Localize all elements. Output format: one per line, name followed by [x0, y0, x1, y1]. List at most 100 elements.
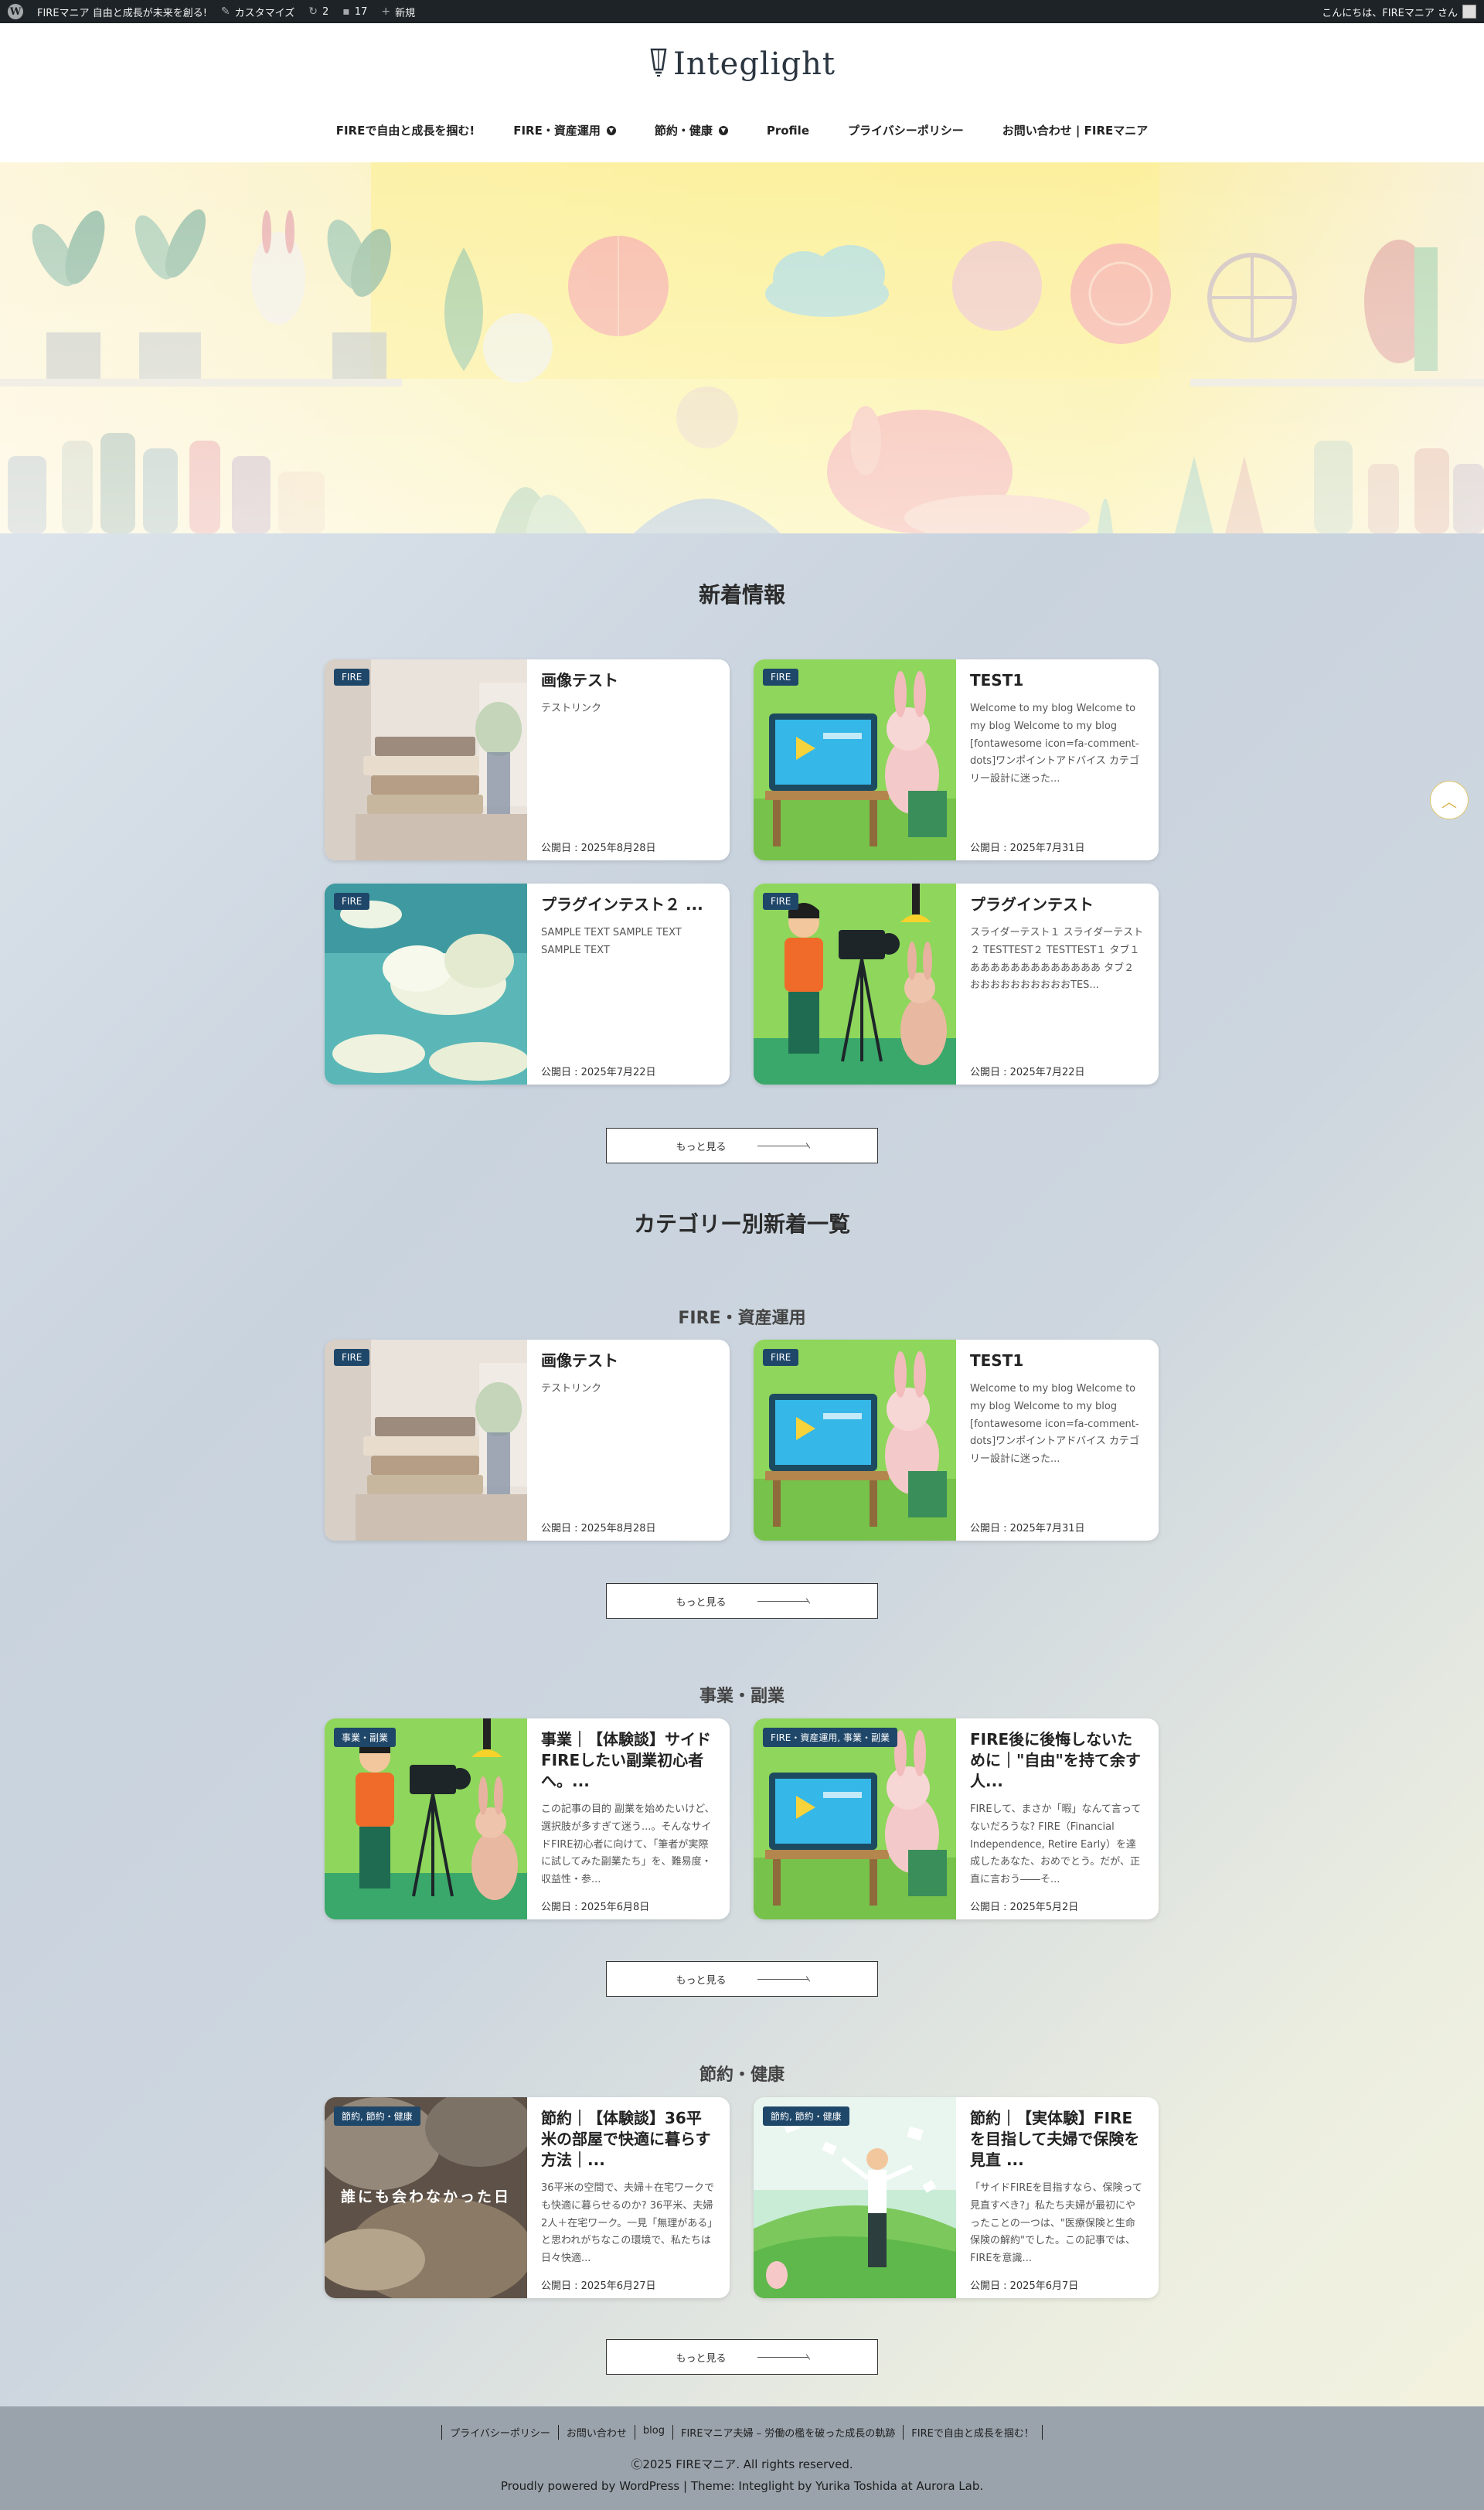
- post-thumbnail[interactable]: [754, 1718, 956, 1919]
- chevron-down-icon[interactable]: ▼: [606, 125, 616, 135]
- post-excerpt: 36平米の空間で、夫婦＋在宅ワークでも快適に暮らせるのか? 36平米、夫婦2人＋…: [541, 2182, 715, 2264]
- admin-site-name[interactable]: FIREマニア 自由と成長が未来を創る!: [37, 5, 207, 19]
- footer-nav: プライバシーポリシー お問い合わせ blog FIREマニア夫婦 – 労働の檻を…: [0, 2425, 1484, 2440]
- category-badge[interactable]: 節約, 節約・健康: [334, 2106, 420, 2126]
- post-title[interactable]: 節約｜【体験談】36平米の部屋で快適に暮らす方法｜...: [541, 2108, 716, 2171]
- arrow-up-icon: ︿: [1441, 792, 1457, 811]
- post-date: 公開日 : 2025年7月22日: [970, 1067, 1085, 1078]
- plus-icon: +: [381, 5, 391, 18]
- admin-account[interactable]: こんにちは、FIREマニア さん: [1322, 5, 1476, 19]
- post-thumbnail[interactable]: [754, 659, 956, 860]
- post-card[interactable]: 節約, 節約・健康 節約｜【実体験】FIREを目指して夫婦で保険を見直 ... …: [754, 2097, 1159, 2298]
- post-excerpt: 「サイドFIREを目指すなら、保険って見直すべき?」私たち夫婦が最初にやったこと…: [970, 2182, 1142, 2264]
- post-title[interactable]: 画像テスト: [541, 1350, 716, 1371]
- post-title[interactable]: プラグインテスト２ ...: [541, 894, 716, 915]
- category-badge[interactable]: FIRE: [763, 669, 799, 686]
- more-label: もっと見る: [676, 1974, 727, 1987]
- post-title[interactable]: プラグインテスト: [970, 894, 1145, 915]
- post-card[interactable]: FIRE 画像テスト テストリンク 公開日 : 2025年8月28日: [325, 659, 730, 860]
- more-label: もっと見る: [676, 2352, 727, 2365]
- wp-logo-menu[interactable]: W: [8, 4, 23, 19]
- nav-item-profile[interactable]: Profile: [767, 122, 809, 138]
- svg-text:誰にも会わなかった日: 誰にも会わなかった日: [341, 2188, 511, 2205]
- nav-item-contact[interactable]: お問い合わせ | FIREマニア: [1002, 122, 1149, 138]
- updates-count: 2: [322, 5, 329, 18]
- category-badge[interactable]: FIRE: [763, 893, 799, 910]
- footer-link[interactable]: FIREマニア夫婦 – 労働の檻を破った成長の軌跡: [672, 2425, 903, 2440]
- post-card[interactable]: FIRE TEST1 Welcome to my blog Welcome to…: [754, 1340, 1159, 1541]
- post-card[interactable]: 事業・副業 事業｜【体験談】サイドFIREしたい副業初心者へ。... この記事の…: [325, 1718, 730, 1919]
- chevron-down-icon[interactable]: ▼: [718, 125, 728, 135]
- footer-link[interactable]: FIREで自由と成長を掴む！: [903, 2425, 1043, 2440]
- footer-link[interactable]: blog: [634, 2425, 672, 2440]
- more-button[interactable]: もっと見る: [606, 1583, 878, 1619]
- post-thumbnail[interactable]: [325, 659, 527, 860]
- hero-illustration: [0, 162, 1484, 533]
- post-thumbnail[interactable]: [325, 884, 527, 1085]
- copyright: Ⓒ2025 FIREマニア. All rights reserved.: [631, 2457, 853, 2471]
- post-thumbnail[interactable]: 誰にも会わなかった日: [325, 2097, 527, 2298]
- arrow-right-icon: [757, 1978, 808, 1980]
- post-excerpt: Welcome to my blog Welcome to my blog We…: [970, 1383, 1139, 1465]
- post-title[interactable]: 事業｜【体験談】サイドFIREしたい副業初心者へ。...: [541, 1729, 716, 1792]
- category-badge[interactable]: 事業・副業: [334, 1728, 397, 1747]
- post-card[interactable]: FIRE 画像テスト テストリンク 公開日 : 2025年8月28日: [325, 1340, 730, 1541]
- post-date: 公開日 : 2025年7月31日: [970, 843, 1085, 854]
- more-button[interactable]: もっと見る: [606, 2339, 878, 2375]
- post-card[interactable]: FIRE TEST1 Welcome to my blog Welcome to…: [754, 659, 1159, 860]
- post-thumbnail[interactable]: [754, 1340, 956, 1541]
- post-excerpt: FIREして、まさか「暇」なんて言ってないだろうな? FIRE（Financia…: [970, 1803, 1142, 1885]
- category-badge[interactable]: FIRE・資産運用, 事業・副業: [763, 1728, 897, 1747]
- post-date: 公開日 : 2025年8月28日: [541, 1523, 656, 1534]
- footer-link[interactable]: お問い合わせ: [557, 2425, 635, 2440]
- category-badge[interactable]: FIRE: [334, 1349, 370, 1366]
- lamp-icon: [650, 48, 667, 77]
- category-badge[interactable]: FIRE: [763, 1349, 799, 1366]
- category-title: FIRE・資産運用: [678, 1309, 806, 1328]
- nav-item-home[interactable]: FIREで自由と成長を掴む!: [336, 122, 475, 138]
- admin-customize[interactable]: ✎ カスタマイズ: [221, 5, 294, 19]
- post-excerpt: テストリンク: [541, 1383, 602, 1395]
- admin-comments[interactable]: ▪ 17: [342, 5, 367, 18]
- post-excerpt: スライダーテスト１ スライダーテスト２ TESTTEST２ TESTTEST１ …: [970, 927, 1144, 992]
- nav-item-privacy[interactable]: プライバシーポリシー: [848, 122, 964, 138]
- site-name-label: FIREマニア 自由と成長が未来を創る!: [37, 7, 207, 19]
- post-card[interactable]: FIRE プラグインテスト２ ... SAMPLE TEXT SAMPLE TE…: [325, 884, 730, 1085]
- category-badge[interactable]: FIRE: [334, 893, 370, 910]
- post-thumbnail[interactable]: [754, 2097, 956, 2298]
- admin-updates[interactable]: ↻ 2: [308, 5, 328, 18]
- more-button[interactable]: もっと見る: [606, 1961, 878, 1997]
- post-thumbnail[interactable]: [325, 1718, 527, 1919]
- category-badge[interactable]: FIRE: [334, 669, 370, 686]
- nav-label: お問い合わせ | FIREマニア: [1002, 124, 1149, 138]
- more-button[interactable]: もっと見る: [606, 1128, 878, 1163]
- post-card[interactable]: FIRE・資産運用, 事業・副業 FIRE後に後悔しないために｜"自由"を持て余…: [754, 1718, 1159, 1919]
- more-label: もっと見る: [676, 1596, 727, 1609]
- site-logo[interactable]: Integlight: [0, 46, 1484, 82]
- powered-by: Proudly powered by WordPress | Theme: In…: [500, 2479, 984, 2493]
- new-label: 新規: [395, 7, 416, 19]
- greeting: こんにちは、FIREマニア さん: [1322, 7, 1458, 19]
- brush-icon: ✎: [220, 5, 230, 18]
- arrow-right-icon: [757, 1600, 808, 1602]
- post-thumbnail[interactable]: [754, 884, 956, 1085]
- post-title[interactable]: TEST1: [970, 670, 1145, 691]
- hero-image: [0, 162, 1484, 533]
- site-header: Integlight FIREで自由と成長を掴む! FIRE・資産運用 ▼ 節約・…: [0, 23, 1484, 162]
- post-card[interactable]: 誰にも会わなかった日 節約, 節約・健康 節約｜【体験談】36平米の部屋で快適に…: [325, 2097, 730, 2298]
- post-thumbnail[interactable]: [325, 1340, 527, 1541]
- category-badge[interactable]: 節約, 節約・健康: [763, 2106, 849, 2126]
- post-title[interactable]: 画像テスト: [541, 670, 716, 691]
- nav-item-saving[interactable]: 節約・健康 ▼: [655, 122, 728, 138]
- post-card[interactable]: FIRE プラグインテスト スライダーテスト１ スライダーテスト２ TESTTE…: [754, 884, 1159, 1085]
- nav-label: FIRE・資産運用: [513, 124, 601, 138]
- back-to-top-button[interactable]: ︿: [1430, 781, 1469, 819]
- nav-item-fire[interactable]: FIRE・資産運用 ▼: [513, 122, 616, 138]
- post-date: 公開日 : 2025年7月22日: [541, 1067, 656, 1078]
- post-title[interactable]: TEST1: [970, 1350, 1145, 1371]
- post-date: 公開日 : 2025年8月28日: [541, 843, 656, 854]
- footer-link[interactable]: プライバシーポリシー: [441, 2425, 558, 2440]
- admin-new[interactable]: + 新規: [381, 5, 415, 19]
- post-title[interactable]: FIRE後に後悔しないために｜"自由"を持て余す人...: [970, 1729, 1145, 1792]
- post-title[interactable]: 節約｜【実体験】FIREを目指して夫婦で保険を見直 ...: [970, 2108, 1145, 2171]
